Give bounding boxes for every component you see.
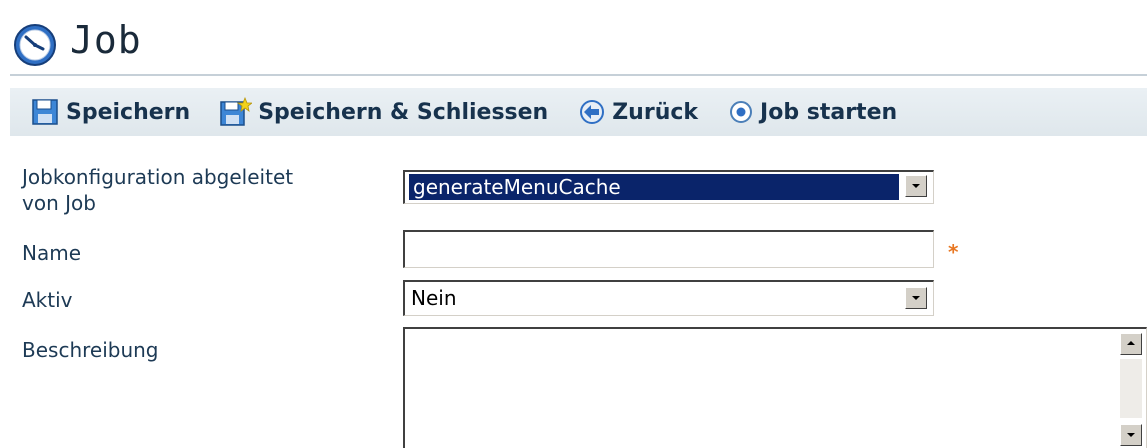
- back-button[interactable]: Zurück: [578, 88, 698, 136]
- scroll-down-button[interactable]: [1120, 424, 1142, 446]
- config-label-line2: von Job: [22, 191, 96, 215]
- active-select[interactable]: Nein: [403, 280, 934, 316]
- start-job-button[interactable]: Job starten: [728, 88, 897, 136]
- active-label: Aktiv: [22, 288, 73, 312]
- page-header: Job: [10, 8, 1147, 76]
- page-title: Job: [70, 18, 142, 62]
- active-dropdown-arrow[interactable]: [905, 287, 927, 309]
- save-button[interactable]: Speichern: [30, 88, 190, 136]
- config-label: Jobkonfiguration abgeleitet von Job: [22, 164, 293, 216]
- scroll-track[interactable]: [1120, 359, 1142, 418]
- save-label: Speichern: [66, 99, 191, 125]
- active-select-value: Nein: [411, 286, 457, 310]
- back-label: Zurück: [612, 99, 699, 125]
- save-close-icon: [220, 97, 253, 126]
- config-label-line1: Jobkonfiguration abgeleitet: [22, 165, 294, 189]
- config-select-value: generateMenuCache: [413, 175, 621, 199]
- radio-dot-icon: [730, 101, 753, 123]
- name-input[interactable]: [403, 230, 934, 268]
- back-arrow-icon: [580, 100, 605, 124]
- selected-highlight: generateMenuCache: [408, 173, 900, 201]
- description-textarea[interactable]: [403, 327, 1147, 448]
- name-label: Name: [22, 241, 82, 265]
- save-close-button[interactable]: Speichern & Schliessen: [218, 88, 548, 136]
- save-close-label: Speichern & Schliessen: [258, 99, 549, 125]
- toolbar: Speichern Speichern & Schliessen Zurück …: [10, 88, 1147, 136]
- scroll-up-button[interactable]: [1120, 333, 1142, 355]
- required-marker: *: [948, 240, 959, 264]
- start-job-label: Job starten: [760, 99, 898, 125]
- save-icon: [32, 99, 58, 125]
- description-label: Beschreibung: [22, 338, 159, 362]
- config-dropdown-arrow[interactable]: [905, 175, 927, 197]
- clock-icon: [14, 24, 56, 66]
- config-select[interactable]: generateMenuCache: [403, 170, 934, 204]
